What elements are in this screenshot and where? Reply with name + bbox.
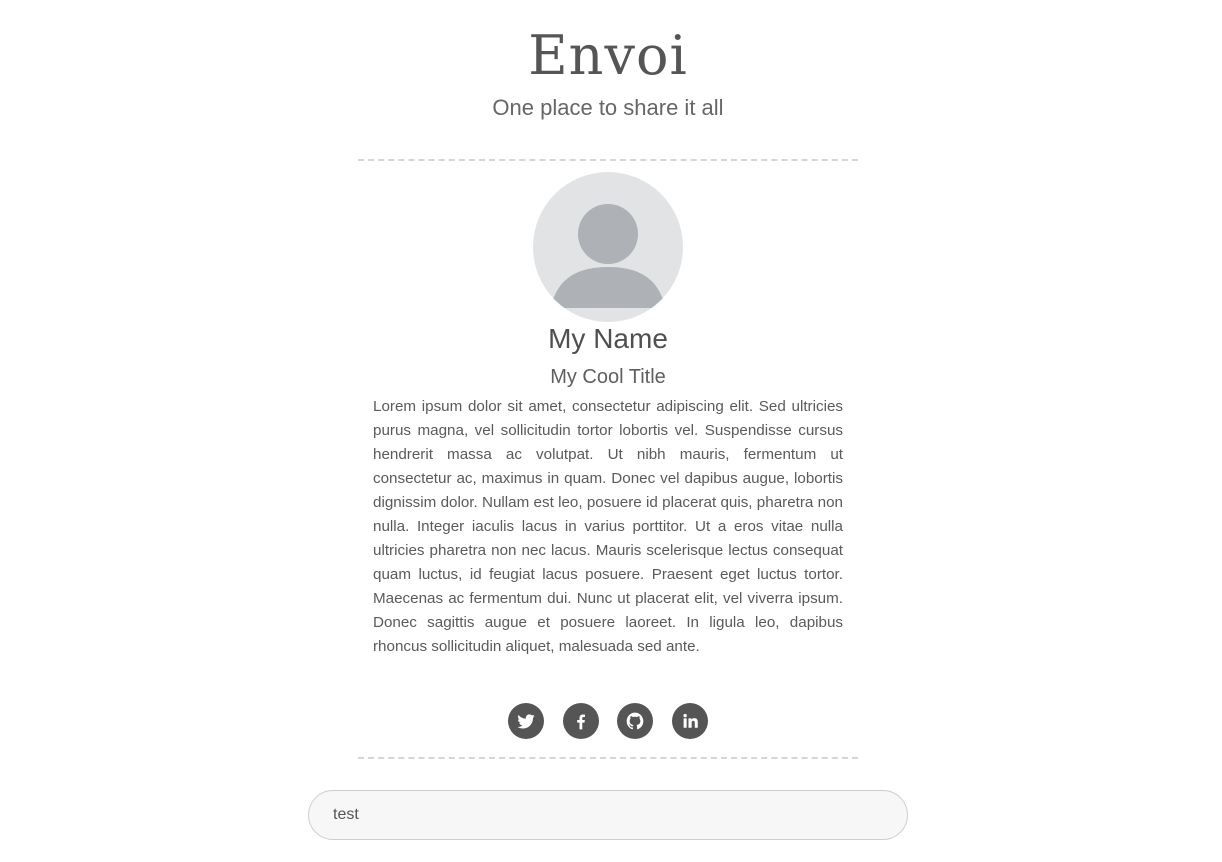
text-input[interactable] [308,790,908,840]
profile-title: My Cool Title [550,366,666,388]
profile-name: My Name [548,323,668,354]
twitter-icon [517,714,535,729]
user-silhouette-icon [551,204,665,308]
twitter-button[interactable] [508,703,544,739]
facebook-button[interactable] [562,703,599,739]
linkedin-button[interactable] [671,703,708,739]
social-links [508,703,708,739]
linkedin-icon [682,713,698,728]
site-title: Envoi [528,24,688,87]
top-divider [358,159,858,161]
avatar [533,172,683,322]
bottom-divider [358,757,858,759]
github-button[interactable] [617,703,653,739]
page: Envoi One place to share it all My Name … [0,0,1222,862]
github-icon [626,712,644,730]
facebook-icon [576,714,585,730]
site-tagline: One place to share it all [492,95,724,120]
profile-bio: Lorem ipsum dolor sit amet, consectetur … [373,398,843,655]
